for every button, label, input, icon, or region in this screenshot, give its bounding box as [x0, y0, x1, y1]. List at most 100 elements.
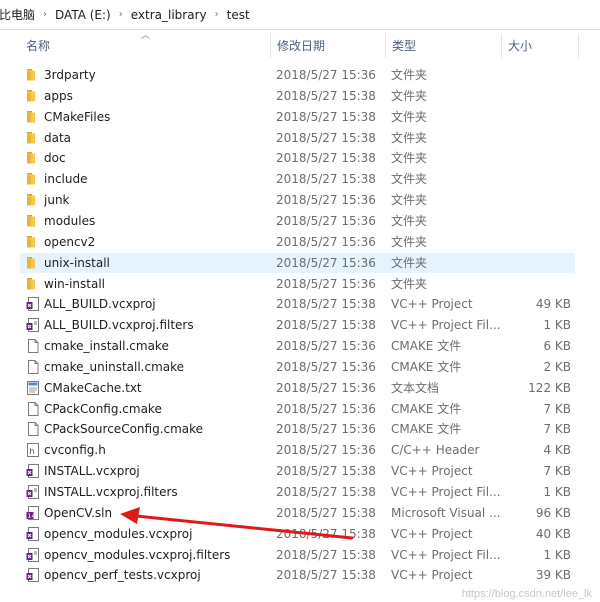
folder-icon [26, 68, 40, 82]
file-date-modified: 2018/5/27 15:36 [276, 401, 376, 416]
vcxproj-filters-icon [26, 318, 40, 333]
file-type: 文件夹 [391, 151, 428, 166]
file-date-modified: 2018/5/27 15:38 [276, 568, 376, 583]
file-date-modified: 2018/5/27 15:36 [276, 193, 376, 208]
file-type: 文件夹 [391, 88, 428, 103]
file-row[interactable]: apps 2018/5/27 15:38 文件夹 [20, 86, 575, 106]
file-row[interactable]: ALL_BUILD.vcxproj.filters 2018/5/27 15:38… [20, 315, 575, 335]
file-row[interactable]: CMakeCache.txt 2018/5/27 15:36 文本文档 122 KB [20, 378, 575, 398]
file-name: INSTALL.vcxproj.filters [44, 485, 178, 499]
column-header-size[interactable]: 大小 [501, 34, 579, 58]
file-row[interactable]: h cvconfig.h 2018/5/27 15:36 C/C++ Header 4 … [20, 440, 575, 460]
file-type: 文件夹 [391, 213, 428, 228]
file-type: CMAKE 文件 [391, 422, 462, 437]
folder-icon [26, 110, 40, 124]
file-name: apps [44, 88, 73, 103]
vcxproj-icon [26, 568, 40, 583]
file-type: VC++ Project [391, 297, 473, 312]
column-header-date-modified[interactable]: 修改日期 [270, 34, 385, 58]
file-name: doc [44, 151, 66, 166]
file-type: VC++ Project Fil... [391, 547, 501, 562]
file-date-modified: 2018/5/27 15:36 [276, 234, 376, 249]
file-name: cmake_install.cmake [44, 339, 169, 354]
file-date-modified: 2018/5/27 15:36 [276, 68, 376, 82]
file-date-modified: 2018/5/27 15:38 [276, 318, 376, 333]
file-size: 4 KB [543, 443, 571, 458]
file-row[interactable]: doc 2018/5/27 15:38 文件夹 [20, 148, 575, 168]
file-type: VC++ Project Fil... [391, 318, 501, 333]
file-row[interactable]: unix-install 2018/5/27 15:36 文件夹 [20, 252, 575, 273]
folder-icon [26, 235, 40, 249]
file-name: CMakeFiles [44, 109, 111, 124]
file-size: 49 KB [535, 297, 571, 312]
file-name: INSTALL.vcxproj [44, 464, 140, 479]
file-name: data [44, 130, 72, 145]
file-type: 文本文档 [391, 380, 440, 395]
file-size: 122 KB [528, 380, 571, 395]
file-row[interactable]: opencv_modules.vcxproj.filters 2018/5/27 … [20, 545, 575, 565]
file-name: modules [44, 213, 96, 228]
file-name: opencv_modules.vcxproj.filters [44, 547, 231, 562]
file-row[interactable]: modules 2018/5/27 15:36 文件夹 [20, 211, 575, 231]
column-header-type[interactable]: 类型 [385, 34, 501, 58]
file-date-modified: 2018/5/27 15:36 [276, 255, 376, 270]
vcxproj-icon [26, 526, 40, 541]
file-name: OpenCV.sln [44, 505, 113, 520]
breadcrumb-chevron-icon[interactable]: › [115, 9, 127, 20]
file-row[interactable]: include 2018/5/27 15:38 文件夹 [20, 169, 575, 189]
folder-icon [26, 193, 40, 207]
file-row[interactable]: opencv_perf_tests.vcxproj 2018/5/27 15:38… [20, 565, 575, 585]
breadcrumb-item[interactable]: DATA (E:) [51, 8, 115, 22]
file-row[interactable]: 3rdparty 2018/5/27 15:36 文件夹 [20, 65, 575, 85]
file-row[interactable]: CPackConfig.cmake 2018/5/27 15:36 CMAKE 文件… [20, 399, 575, 419]
file-row[interactable]: junk 2018/5/27 15:36 文件夹 [20, 190, 575, 210]
file-row[interactable]: 14 OpenCV.sln 2018/5/27 15:38 Microsoft Vis… [20, 503, 575, 523]
file-row[interactable]: ALL_BUILD.vcxproj 2018/5/27 15:38 VC++ Pro… [20, 294, 575, 314]
breadcrumb-chevron-icon[interactable]: › [39, 9, 51, 20]
blank-file-icon [26, 422, 40, 437]
file-date-modified: 2018/5/27 15:38 [276, 547, 376, 562]
file-size: 7 KB [543, 422, 571, 437]
file-row[interactable]: cmake_install.cmake 2018/5/27 15:36 CMAKE … [20, 336, 575, 356]
file-type: 文件夹 [391, 130, 428, 145]
file-name: CPackSourceConfig.cmake [44, 422, 204, 437]
file-row[interactable]: opencv2 2018/5/27 15:36 文件夹 [20, 232, 575, 252]
file-row[interactable]: INSTALL.vcxproj.filters 2018/5/27 15:38 VC… [20, 482, 575, 502]
file-date-modified: 2018/5/27 15:38 [276, 130, 376, 145]
folder-icon [26, 151, 40, 165]
blank-file-icon [26, 359, 40, 374]
file-type: 文件夹 [391, 255, 428, 270]
file-row[interactable]: cmake_uninstall.cmake 2018/5/27 15:36 CMAK… [20, 357, 575, 377]
file-type: 文件夹 [391, 276, 428, 291]
file-type: 文件夹 [391, 172, 428, 187]
file-row[interactable]: win-install 2018/5/27 15:36 文件夹 [20, 274, 575, 294]
address-bar[interactable]: 比电脑 › DATA (E:) › extra_library › test [0, 0, 600, 30]
file-row[interactable]: opencv_modules.vcxproj 2018/5/27 15:38 VC+… [20, 524, 575, 544]
breadcrumb-item[interactable]: 比电脑 [0, 6, 39, 23]
file-size: 7 KB [543, 401, 571, 416]
file-type: VC++ Project [391, 568, 473, 583]
file-date-modified: 2018/5/27 15:36 [276, 339, 376, 354]
file-size: 39 KB [535, 568, 571, 583]
file-size: 6 KB [543, 339, 571, 354]
file-date-modified: 2018/5/27 15:38 [276, 526, 376, 541]
file-row[interactable]: CMakeFiles 2018/5/27 15:38 文件夹 [20, 107, 575, 127]
file-date-modified: 2018/5/27 15:38 [276, 88, 376, 103]
blank-file-icon [26, 401, 40, 416]
file-type: VC++ Project Fil... [391, 485, 501, 499]
column-header-name[interactable]: 名称 [20, 34, 270, 58]
file-name: ALL_BUILD.vcxproj.filters [44, 318, 194, 333]
breadcrumb-item[interactable]: test [223, 8, 254, 22]
vcxproj-icon [26, 464, 40, 479]
file-name: cmake_uninstall.cmake [44, 359, 185, 374]
breadcrumb-item[interactable]: extra_library [127, 8, 211, 22]
file-row[interactable]: INSTALL.vcxproj 2018/5/27 15:38 VC++ Proje… [20, 461, 575, 481]
file-size: 1 KB [543, 485, 571, 499]
file-row[interactable]: data 2018/5/27 15:38 文件夹 [20, 128, 575, 148]
breadcrumb-chevron-icon[interactable]: › [211, 9, 223, 20]
file-type: 文件夹 [391, 109, 428, 124]
file-name: opencv_modules.vcxproj [44, 526, 193, 541]
file-name: opencv2 [44, 234, 96, 249]
file-row[interactable]: CPackSourceConfig.cmake 2018/5/27 15:36 CM… [20, 419, 575, 439]
file-date-modified: 2018/5/27 15:36 [276, 359, 376, 374]
